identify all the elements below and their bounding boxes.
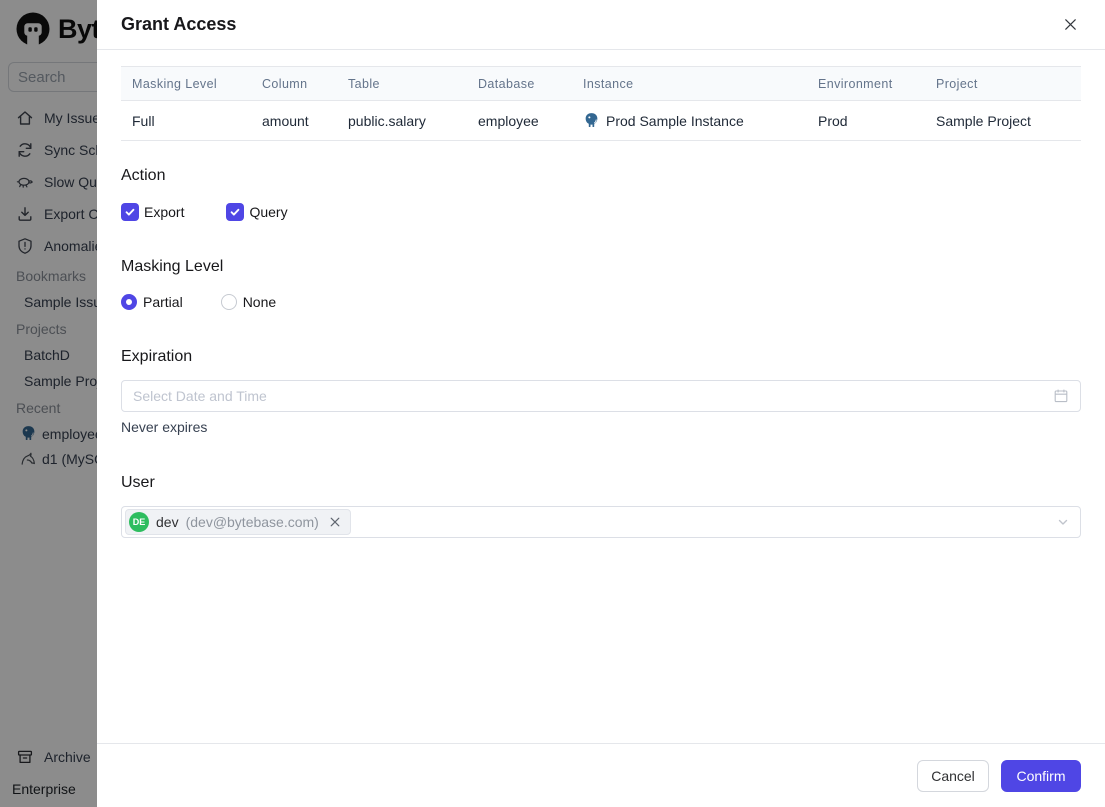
user-select[interactable]: DE dev (dev@bytebase.com) bbox=[121, 506, 1081, 538]
cell-instance: Prod Sample Instance bbox=[583, 100, 818, 141]
user-tag: DE dev (dev@bytebase.com) bbox=[125, 509, 351, 535]
cell-database: employee bbox=[478, 100, 583, 141]
action-options: Export Query bbox=[121, 203, 1081, 221]
modal-body: Masking Level Column Table Database Inst… bbox=[97, 50, 1105, 743]
query-checkbox[interactable] bbox=[226, 203, 245, 221]
export-checkbox[interactable] bbox=[121, 203, 139, 221]
remove-user-icon[interactable] bbox=[328, 515, 342, 529]
table-header-row: Masking Level Column Table Database Inst… bbox=[121, 66, 1081, 101]
calendar-icon bbox=[1053, 388, 1069, 404]
cell-table: public.salary bbox=[348, 100, 478, 141]
cell-environment: Prod bbox=[818, 100, 936, 141]
check-icon bbox=[231, 208, 240, 216]
expiration-date-input[interactable] bbox=[121, 380, 1081, 412]
expiration-section-label: Expiration bbox=[121, 348, 193, 365]
expiration-date-field[interactable] bbox=[133, 388, 1053, 404]
masking-level-section-label: Masking Level bbox=[121, 258, 224, 275]
col-header-environment: Environment bbox=[818, 66, 936, 101]
instance-name: Prod Sample Instance bbox=[606, 112, 744, 129]
table-row: Full amount public.salary employee Prod … bbox=[121, 100, 1081, 141]
user-avatar: DE bbox=[129, 512, 149, 532]
cell-masking-level: Full bbox=[121, 100, 262, 141]
chevron-down-icon[interactable] bbox=[1056, 515, 1070, 529]
cell-project: Sample Project bbox=[936, 100, 1081, 141]
confirm-button[interactable]: Confirm bbox=[1001, 759, 1081, 792]
col-header-table: Table bbox=[348, 66, 478, 101]
action-section-label: Action bbox=[121, 167, 166, 184]
close-icon[interactable] bbox=[1059, 14, 1081, 36]
col-header-column: Column bbox=[262, 66, 348, 101]
partial-radio[interactable] bbox=[121, 294, 137, 310]
check-icon bbox=[125, 208, 135, 216]
cancel-button[interactable]: Cancel bbox=[917, 759, 989, 792]
expiration-hint: Never expires bbox=[121, 419, 208, 435]
postgres-icon bbox=[583, 112, 600, 129]
none-radio[interactable] bbox=[220, 294, 237, 310]
cell-column: amount bbox=[262, 100, 348, 141]
modal-footer: Cancel Confirm bbox=[97, 743, 1105, 807]
export-checkbox-label[interactable]: Export bbox=[144, 204, 184, 220]
none-radio-label[interactable]: None bbox=[243, 294, 276, 310]
col-header-masking-level: Masking Level bbox=[121, 66, 262, 101]
user-section-label: User bbox=[121, 474, 155, 491]
col-header-database: Database bbox=[478, 66, 583, 101]
col-header-project: Project bbox=[936, 66, 1081, 101]
partial-radio-label[interactable]: Partial bbox=[143, 294, 183, 310]
query-checkbox-label[interactable]: Query bbox=[249, 204, 287, 220]
user-name: dev bbox=[156, 514, 179, 530]
masked-columns-table: Masking Level Column Table Database Inst… bbox=[121, 66, 1081, 141]
col-header-instance: Instance bbox=[583, 66, 818, 101]
modal-header: Grant Access bbox=[97, 0, 1105, 50]
grant-access-modal: Grant Access Masking Level Column Table … bbox=[97, 0, 1105, 807]
user-email: (dev@bytebase.com) bbox=[185, 514, 319, 530]
masking-level-options: Partial None bbox=[121, 294, 1081, 310]
modal-title: Grant Access bbox=[121, 14, 237, 34]
